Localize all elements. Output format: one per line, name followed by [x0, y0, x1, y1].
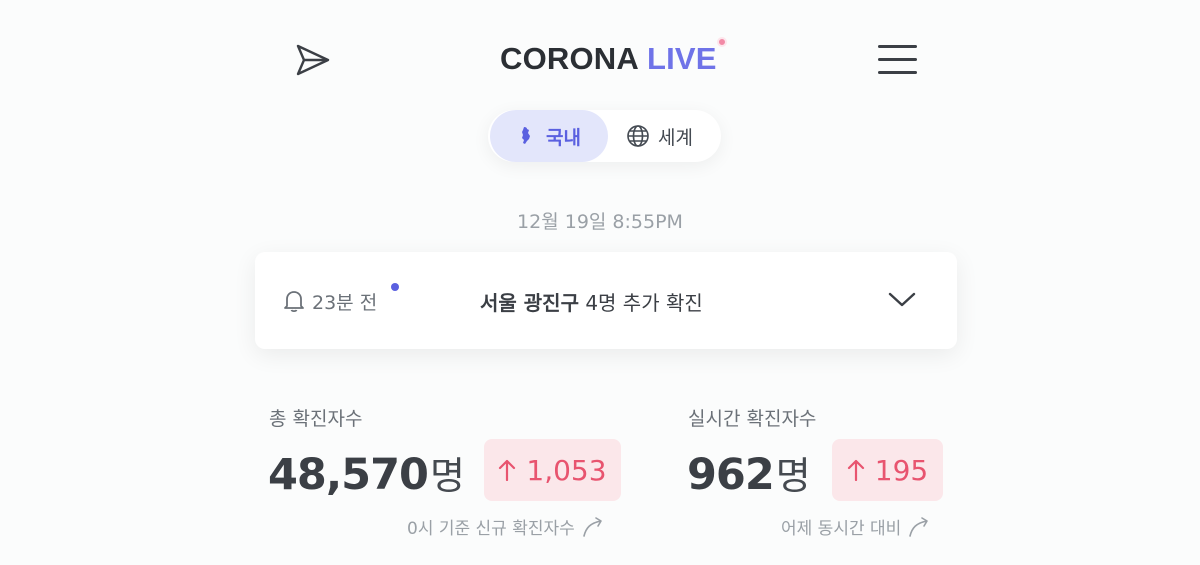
arrow-up-icon	[499, 459, 516, 481]
logo[interactable]: CORONA LIVE	[500, 37, 727, 79]
realtime-confirmed-label: 실시간 확진자수	[688, 408, 817, 430]
chevron-down-icon[interactable]	[887, 290, 917, 310]
realtime-confirmed-value: 962명	[687, 445, 811, 500]
notification-text: 4명 추가 확진	[578, 291, 703, 315]
tab-domestic-label: 국내	[546, 126, 581, 149]
total-confirmed-number: 48,570	[268, 450, 429, 500]
update-timestamp: 12월 19일 8:55PM	[517, 211, 683, 233]
region-tabs: 국내 세계	[488, 110, 721, 162]
tab-world[interactable]: 세계	[612, 110, 718, 162]
realtime-note: 어제 동시간 대비	[781, 514, 931, 539]
notification-time: 23분 전	[312, 292, 378, 314]
total-confirmed-value: 48,570명	[268, 445, 465, 500]
bell-icon	[283, 289, 305, 313]
korea-map-icon	[514, 124, 538, 148]
total-confirmed-unit: 명	[429, 454, 465, 498]
notification-message: 서울 광진구 4명 추가 확진	[480, 287, 703, 316]
page: CORONA LIVE 국내 세계 12월 19일 8:55PM 23분 전 서…	[0, 0, 1200, 565]
realtime-confirmed-number: 962	[687, 450, 775, 500]
realtime-note-text: 어제 동시간 대비	[781, 519, 902, 539]
total-note-text: 0시 기준 신규 확진자수	[407, 519, 575, 539]
new-indicator-dot	[391, 283, 399, 291]
notification-card[interactable]: 23분 전 서울 광진구 4명 추가 확진	[255, 252, 957, 349]
menu-icon[interactable]	[877, 43, 919, 77]
logo-live: LIVE	[646, 41, 717, 76]
tab-domestic[interactable]: 국내	[490, 110, 608, 162]
total-note: 0시 기준 신규 확진자수	[407, 514, 605, 539]
total-confirmed-label: 총 확진자수	[269, 408, 363, 430]
curved-arrow-icon	[582, 516, 602, 537]
globe-icon	[626, 124, 650, 148]
logo-corona: CORONA	[500, 41, 639, 76]
realtime-confirmed-unit: 명	[775, 454, 811, 498]
total-delta-value: 1,053	[526, 453, 607, 487]
realtime-delta-badge: 195	[832, 439, 943, 501]
curved-arrow-icon	[909, 516, 929, 537]
live-indicator-dot	[716, 37, 727, 47]
send-icon[interactable]	[294, 41, 332, 79]
arrow-up-icon	[847, 459, 864, 481]
total-delta-badge: 1,053	[484, 439, 621, 501]
realtime-delta-value: 195	[874, 453, 929, 487]
notification-location: 서울 광진구	[480, 291, 579, 315]
tab-world-label: 세계	[658, 126, 693, 149]
